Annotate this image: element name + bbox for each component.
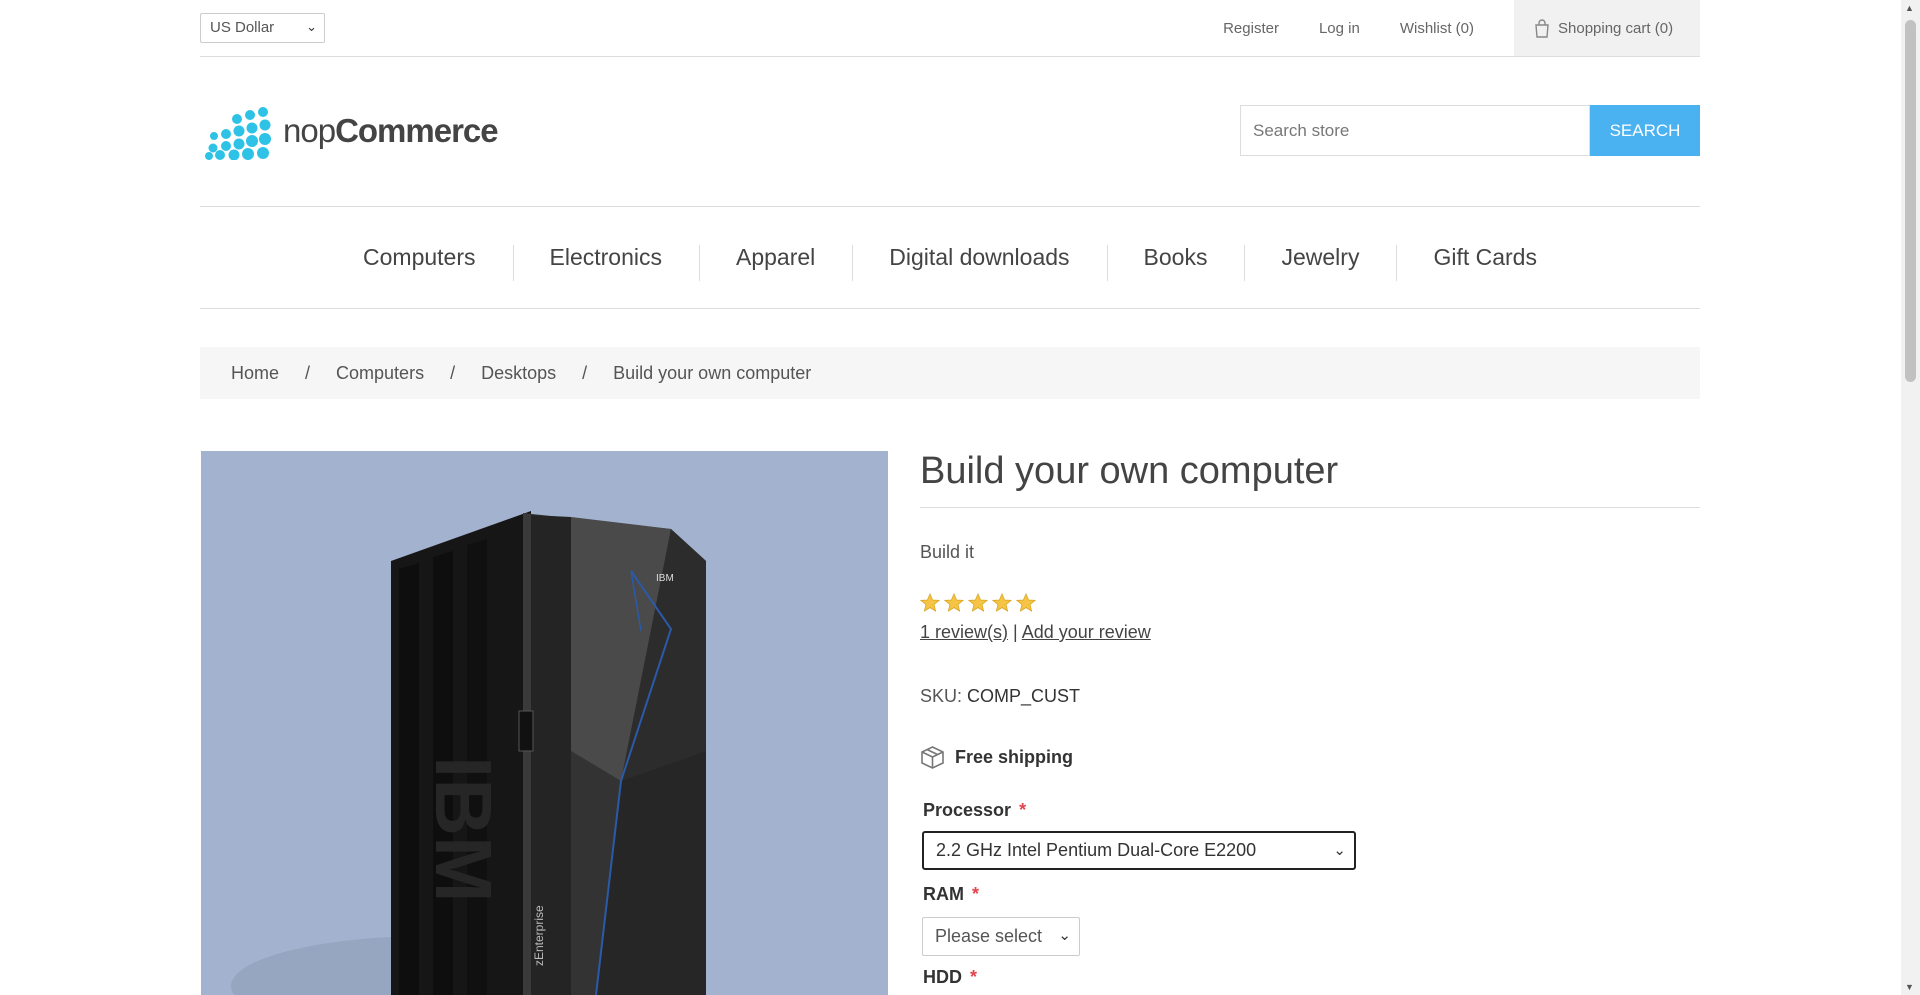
shopping-cart-link[interactable]: Shopping cart (0): [1514, 0, 1700, 56]
reviews-link[interactable]: 1 review(s): [920, 622, 1008, 642]
attribute-hdd: HDD *: [920, 967, 1700, 988]
logo-dots-icon: [205, 107, 271, 160]
product-details: Build your own computer Build it 1 revie…: [920, 450, 1700, 988]
store-logo[interactable]: nopCommerce: [203, 106, 499, 160]
top-menu: Computers Electronics Apparel Digital do…: [200, 206, 1700, 309]
header-upper: US Dollar ⌄ Register Log in Wishlist (0)…: [200, 0, 1700, 57]
breadcrumb-home[interactable]: Home: [231, 363, 279, 384]
add-review-link[interactable]: Add your review: [1022, 622, 1151, 642]
free-shipping-label: Free shipping: [955, 747, 1074, 767]
product-image-graphic: IBM IBM zEnterprise: [231, 511, 706, 995]
menu-item-gift-cards[interactable]: Gift Cards: [1396, 244, 1574, 281]
menu-item-jewelry[interactable]: Jewelry: [1244, 244, 1396, 281]
currency-select[interactable]: US Dollar ⌄: [200, 13, 325, 43]
chevron-down-icon: ⌄: [1058, 927, 1071, 944]
star-icon: [992, 593, 1012, 612]
shopping-bag-icon: [1535, 18, 1549, 38]
menu-item-digital-downloads[interactable]: Digital downloads: [852, 244, 1106, 281]
hdd-label-text: HDD: [923, 967, 962, 987]
breadcrumb-separator: /: [305, 362, 311, 383]
star-icon: [920, 593, 940, 612]
header-links: Register Log in Wishlist (0) Shopping ca…: [1223, 0, 1700, 56]
processor-label: Processor *: [923, 800, 1700, 821]
reviews-separator: |: [1013, 622, 1018, 642]
breadcrumb-separator: /: [450, 362, 456, 383]
processor-select[interactable]: 2.2 GHz Intel Pentium Dual-Core E2200 ⌄: [922, 831, 1356, 870]
chevron-down-icon: ⌄: [306, 19, 317, 34]
ram-select[interactable]: Please select ⌄: [922, 917, 1080, 956]
product-title: Build your own computer: [920, 450, 1700, 508]
breadcrumb-desktops[interactable]: Desktops: [481, 363, 556, 384]
page-scrollbar[interactable]: ▲ ▼: [1901, 0, 1920, 995]
image-model-text: zEnterprise: [532, 905, 546, 966]
required-marker: *: [970, 967, 978, 987]
hdd-label: HDD *: [923, 967, 1700, 988]
scrollbar-thumb[interactable]: [1905, 20, 1916, 382]
image-side-logo: IBM: [419, 756, 508, 903]
product-reviews: 1 review(s) | Add your review: [920, 622, 1700, 643]
rating-stars: [920, 593, 1700, 613]
star-icon: [968, 593, 988, 612]
breadcrumb-current: Build your own computer: [613, 362, 812, 383]
product-short-description: Build it: [920, 542, 975, 562]
logo-prefix: nop: [283, 112, 336, 149]
cart-label: Shopping cart (0): [1558, 19, 1674, 37]
breadcrumb-separator: /: [582, 362, 588, 383]
currency-value: US Dollar: [210, 19, 275, 36]
logo-suffix: Commerce: [335, 112, 499, 149]
login-link[interactable]: Log in: [1319, 20, 1360, 37]
menu-item-apparel[interactable]: Apparel: [698, 244, 852, 281]
menu-item-computers[interactable]: Computers: [326, 244, 512, 271]
scroll-down-icon[interactable]: ▼: [1905, 982, 1914, 992]
required-marker: *: [972, 884, 980, 904]
wishlist-link[interactable]: Wishlist (0): [1400, 20, 1474, 37]
search-box: Search store SEARCH: [1240, 105, 1700, 156]
breadcrumb-computers[interactable]: Computers: [336, 363, 424, 384]
attribute-processor: Processor * 2.2 GHz Intel Pentium Dual-Co…: [920, 800, 1700, 870]
chevron-down-icon: ⌄: [1333, 842, 1346, 859]
processor-select-value: 2.2 GHz Intel Pentium Dual-Core E2200: [936, 840, 1257, 860]
breadcrumb: Home / Computers / Desktops / Build your…: [200, 347, 1700, 399]
ram-label-text: RAM: [923, 884, 964, 904]
menu-item-books[interactable]: Books: [1106, 244, 1245, 281]
star-icon: [944, 593, 964, 612]
product-sku: SKU: COMP_CUST: [920, 686, 1700, 707]
sku-label: SKU:: [920, 686, 963, 706]
image-brand-text: IBM: [656, 573, 674, 584]
menu-item-electronics[interactable]: Electronics: [512, 244, 699, 281]
sku-value: COMP_CUST: [967, 686, 1081, 706]
logo-text: nopCommerce: [283, 112, 499, 150]
attribute-ram: RAM * Please select ⌄: [920, 884, 1700, 956]
required-marker: *: [1019, 800, 1027, 820]
search-button[interactable]: SEARCH: [1590, 105, 1700, 156]
free-shipping: Free shipping: [920, 745, 1700, 770]
processor-label-text: Processor: [923, 800, 1012, 820]
product-image[interactable]: IBM IBM zEnterprise: [201, 451, 888, 995]
ram-select-value: Please select: [935, 926, 1043, 946]
search-input[interactable]: Search store: [1240, 105, 1590, 156]
box-icon: [921, 746, 944, 769]
ram-label: RAM *: [923, 884, 1700, 905]
scroll-up-icon[interactable]: ▲: [1905, 3, 1914, 13]
register-link[interactable]: Register: [1223, 20, 1279, 37]
star-icon: [1016, 593, 1036, 612]
